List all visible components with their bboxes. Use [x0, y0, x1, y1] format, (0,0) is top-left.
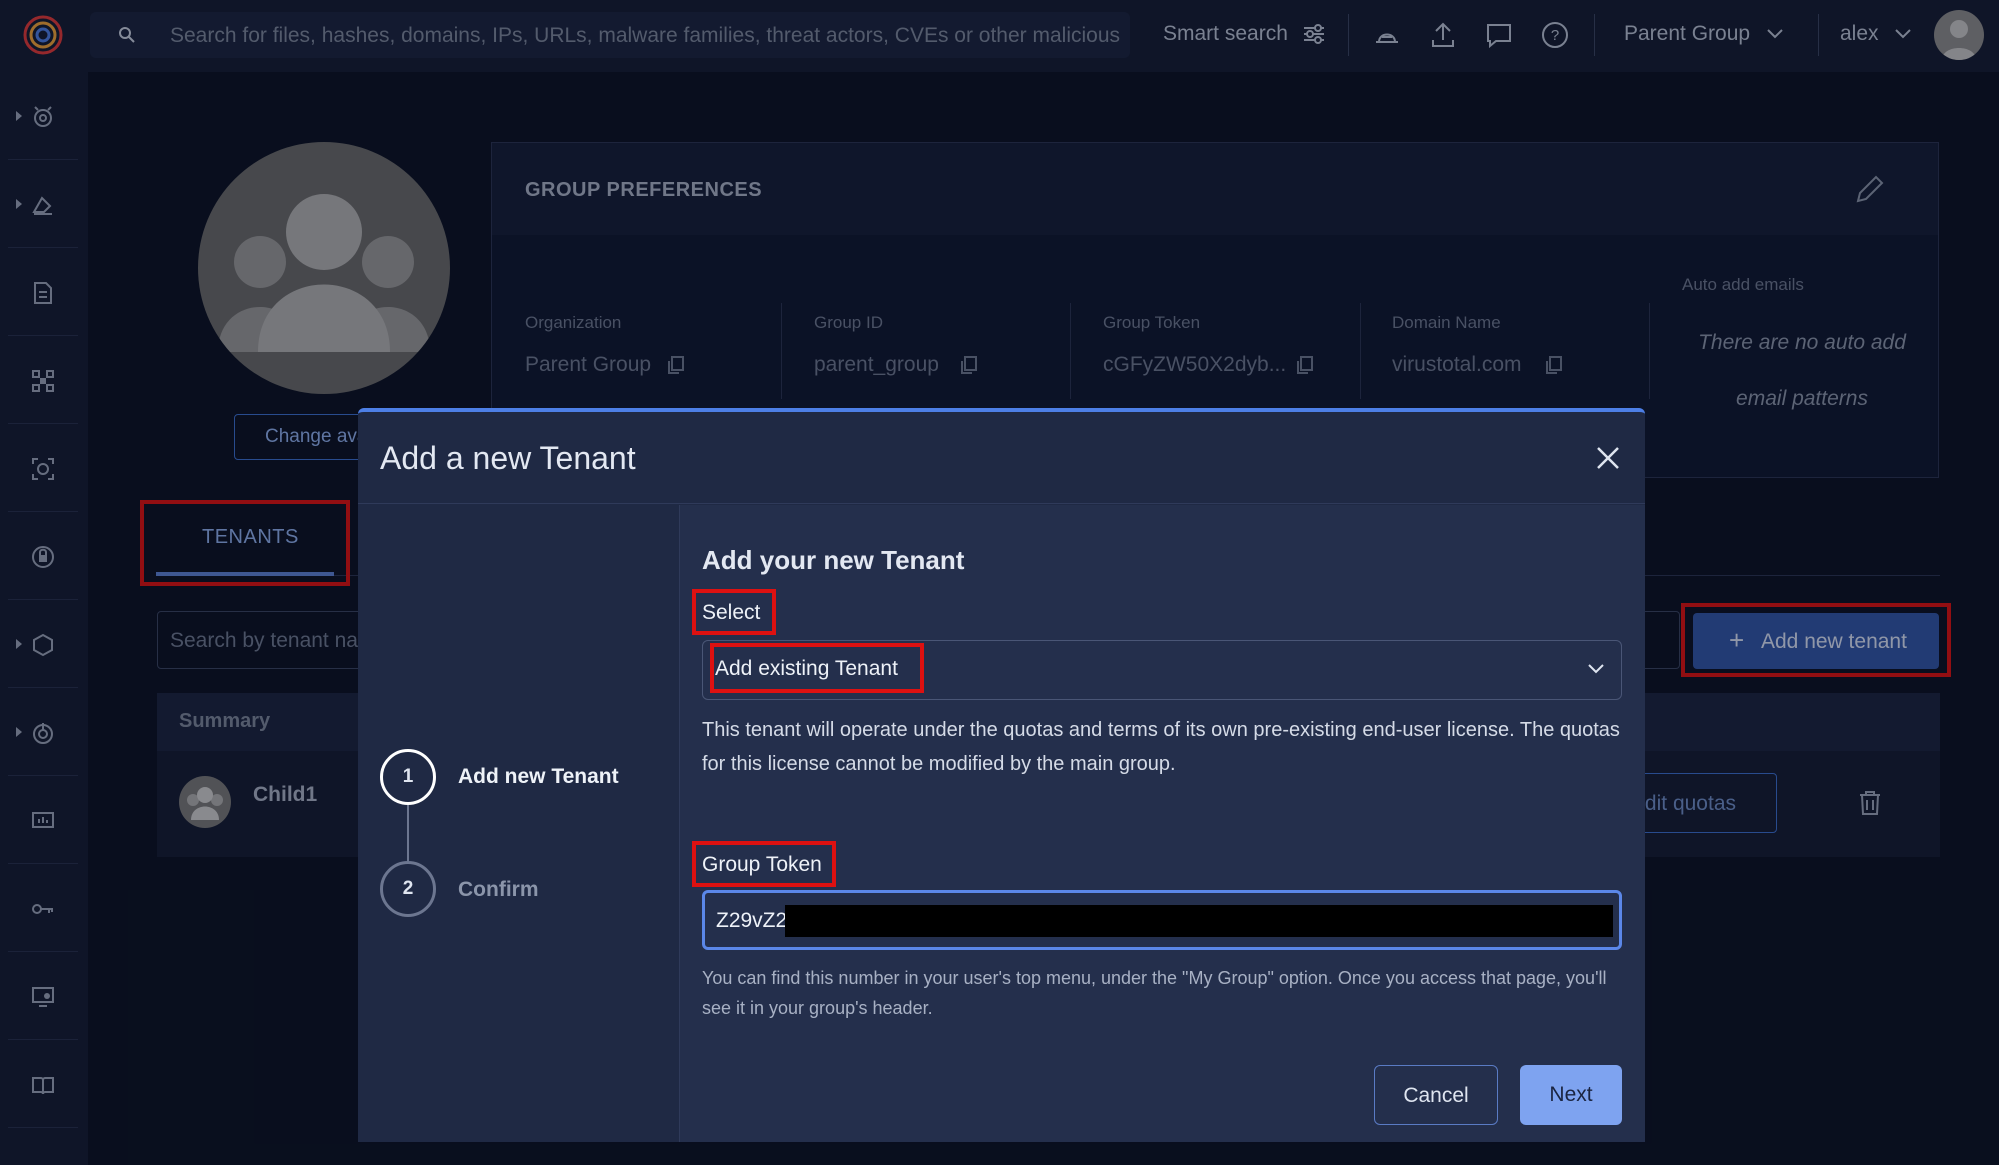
step-2-circle: 2 — [380, 861, 436, 917]
next-button[interactable]: Next — [1520, 1065, 1622, 1125]
stepper: 1 Add new Tenant 2 Confirm — [358, 505, 680, 1142]
chevron-down-icon — [1588, 664, 1604, 674]
group-token-label: Group Token — [702, 853, 822, 876]
select-value: Add existing Tenant — [715, 657, 898, 680]
step-1-circle: 1 — [380, 749, 436, 805]
add-tenant-modal: Add a new Tenant 1 Add new Tenant 2 Conf… — [358, 408, 1645, 1142]
modal-header: Add a new Tenant — [358, 412, 1645, 504]
group-token-input[interactable]: Z29vZ2 — [702, 890, 1622, 950]
cancel-button[interactable]: Cancel — [1374, 1065, 1498, 1125]
form-heading: Add your new Tenant — [702, 545, 965, 575]
modal-title: Add a new Tenant — [380, 440, 636, 476]
select-label: Select — [702, 601, 761, 624]
step-1-label: Add new Tenant — [458, 765, 619, 788]
close-icon[interactable] — [1594, 444, 1622, 472]
redaction-bar — [785, 905, 1613, 937]
tenant-description: This tenant will operate under the quota… — [702, 719, 1620, 775]
modal-form: Add your new Tenant Select Add existing … — [680, 505, 1645, 1142]
cancel-label: Cancel — [1403, 1084, 1469, 1107]
step-2-label: Confirm — [458, 878, 539, 901]
group-token-help: You can find this number in your user's … — [702, 968, 1607, 1018]
step-number: 1 — [402, 766, 414, 787]
group-token-value: Z29vZ2 — [716, 909, 788, 932]
next-label: Next — [1549, 1083, 1593, 1106]
step-number: 2 — [402, 878, 414, 899]
step-connector — [407, 805, 409, 861]
